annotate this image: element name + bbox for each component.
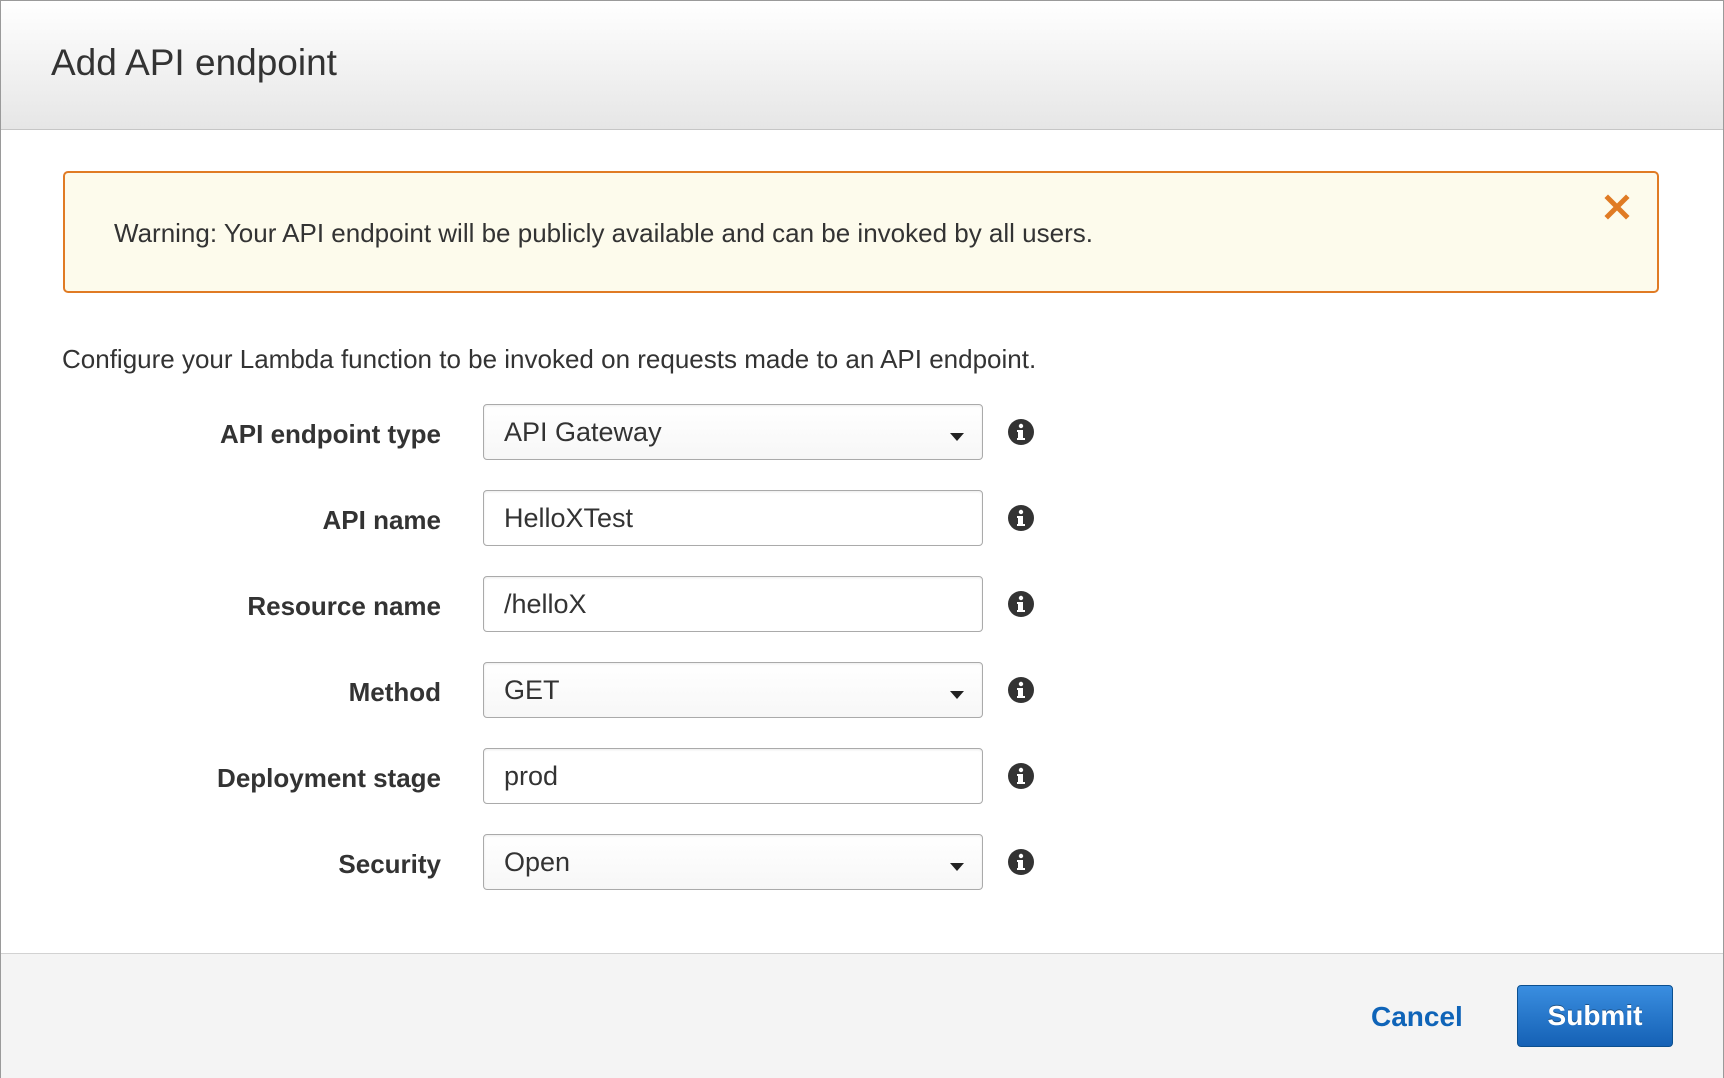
method-value: GET	[504, 675, 560, 705]
security-select[interactable]: Open	[483, 834, 983, 890]
info-icon[interactable]	[1007, 676, 1035, 704]
dialog-title: Add API endpoint	[51, 42, 337, 83]
intro-text: Configure your Lambda function to be inv…	[62, 344, 1037, 374]
add-api-endpoint-dialog: Add API endpoint Warning: Your API endpo…	[0, 0, 1724, 1078]
deployment-stage-field	[483, 748, 983, 804]
resource-name-label: Resource name	[247, 591, 441, 621]
endpoint-type-select[interactable]: API Gateway	[483, 404, 983, 460]
form-row-endpoint-type: API endpoint type API Gateway	[1, 404, 1101, 460]
info-icon[interactable]	[1007, 762, 1035, 790]
chevron-down-icon	[950, 863, 964, 871]
dialog-header: Add API endpoint	[1, 1, 1723, 130]
endpoint-type-label: API endpoint type	[220, 419, 441, 449]
method-select[interactable]: GET	[483, 662, 983, 718]
form-row-method: Method GET	[1, 662, 1101, 718]
info-icon[interactable]	[1007, 848, 1035, 876]
info-icon[interactable]	[1007, 504, 1035, 532]
security-value: Open	[504, 847, 571, 877]
deployment-stage-input[interactable]	[484, 749, 982, 803]
form-row-api-name: API name	[1, 490, 1101, 546]
security-label: Security	[338, 849, 441, 879]
submit-button[interactable]: Submit	[1517, 985, 1673, 1047]
endpoint-type-value: API Gateway	[504, 417, 662, 447]
api-name-label: API name	[322, 505, 442, 535]
resource-name-field	[483, 576, 983, 632]
chevron-down-icon	[950, 433, 964, 441]
form-row-security: Security Open	[1, 834, 1101, 890]
chevron-down-icon	[950, 691, 964, 699]
close-icon[interactable]	[1603, 193, 1631, 221]
api-name-input[interactable]	[484, 491, 982, 545]
warning-text: Warning: Your API endpoint will be publi…	[114, 218, 1093, 248]
api-name-field	[483, 490, 983, 546]
form-row-deployment-stage: Deployment stage	[1, 748, 1101, 804]
dialog-footer: Cancel Submit	[1, 953, 1723, 1078]
info-icon[interactable]	[1007, 418, 1035, 446]
form-row-resource-name: Resource name	[1, 576, 1101, 632]
info-icon[interactable]	[1007, 590, 1035, 618]
cancel-button[interactable]: Cancel	[1371, 1001, 1463, 1033]
resource-name-input[interactable]	[484, 577, 982, 631]
warning-alert: Warning: Your API endpoint will be publi…	[63, 171, 1659, 293]
deployment-stage-label: Deployment stage	[217, 763, 441, 793]
method-label: Method	[348, 677, 441, 707]
